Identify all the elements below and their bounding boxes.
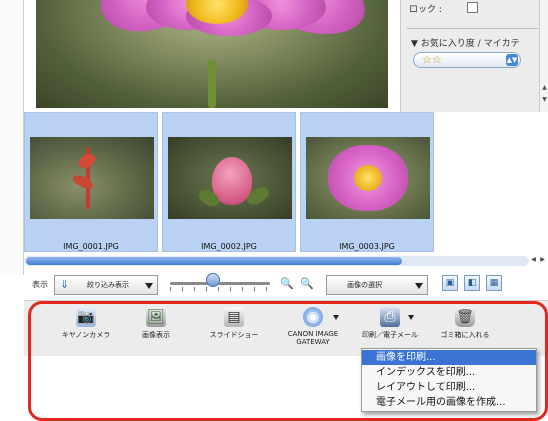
lock-checkbox[interactable] xyxy=(467,2,478,13)
thumbnail-strip: IMG_0001.JPG IMG_0002.JPG IMG_0003.JPG ◀… xyxy=(24,112,548,268)
thumbnail-item[interactable]: IMG_0002.JPG xyxy=(162,112,296,252)
thumbnail-size-slider[interactable] xyxy=(170,282,270,285)
lock-label: ロック : xyxy=(409,5,442,15)
dropdown-arrow-icon xyxy=(145,283,153,289)
filter-icon: ⇓ xyxy=(60,278,70,291)
image-preview xyxy=(36,0,388,108)
scroll-left-icon[interactable]: ◀ xyxy=(529,256,538,263)
dropdown-arrow-icon xyxy=(415,283,423,289)
selection-select-value: 画像の選択 xyxy=(347,281,382,289)
scroll-up-icon[interactable]: ▲ xyxy=(540,84,548,92)
my-category-label[interactable]: マイカテ xyxy=(484,39,520,49)
zoom-out-icon[interactable]: 🔍 xyxy=(280,277,294,290)
select-arrows-icon: ▲▼ xyxy=(506,54,518,66)
favorites-separator: / xyxy=(477,39,481,49)
horizontal-scrollbar[interactable] xyxy=(24,256,529,266)
view-label: 表示 xyxy=(32,280,48,289)
single-view-icon[interactable]: ▣ xyxy=(442,275,458,291)
rating-select[interactable]: ☆☆ ▲▼ xyxy=(413,52,521,68)
rating-stars: ☆☆ xyxy=(422,53,442,66)
filter-display-select[interactable]: ⇓ 絞り込み表示 xyxy=(54,275,158,295)
zoom-in-icon[interactable]: 🔍 xyxy=(300,277,314,290)
view-controls: 表示 ⇓ 絞り込み表示 🔍 🔍 画像の選択 ▣ ◧ ▦ xyxy=(24,270,548,298)
highlight-outline xyxy=(28,301,548,421)
favorites-row: ▼ お気に入り度 / マイカテ xyxy=(411,36,520,49)
left-sidebar-strip xyxy=(0,0,24,275)
thumbnail-filename: IMG_0003.JPG xyxy=(339,242,395,251)
favorites-label[interactable]: ▼ お気に入り度 xyxy=(411,39,475,49)
scroll-right-icon[interactable]: ▶ xyxy=(538,256,547,263)
thumbnail-image xyxy=(168,137,292,219)
thumbnail-image xyxy=(306,137,430,219)
scroll-down-icon[interactable]: ▼ xyxy=(540,96,548,104)
flower-preview-image xyxy=(36,0,388,108)
image-selection-select[interactable]: 画像の選択 xyxy=(326,275,428,295)
thumbnail-filename: IMG_0002.JPG xyxy=(201,242,257,251)
thumbnail-item[interactable]: IMG_0001.JPG xyxy=(24,112,158,252)
thumbnail-item[interactable]: IMG_0003.JPG xyxy=(300,112,434,252)
grid-view-icon[interactable]: ▦ xyxy=(486,275,502,291)
vertical-scrollbar[interactable]: ▲ ▼ xyxy=(539,0,548,112)
slider-knob[interactable] xyxy=(206,273,220,287)
thumbnail-filename: IMG_0001.JPG xyxy=(63,242,119,251)
info-panel: ロック : ▼ お気に入り度 / マイカテ ☆☆ ▲▼ ▲ ▼ xyxy=(400,0,548,112)
scroll-arrows: ◀ ▶ xyxy=(529,256,548,266)
compare-view-icon[interactable]: ◧ xyxy=(464,275,480,291)
thumbnail-image xyxy=(30,137,154,219)
scroll-thumb[interactable] xyxy=(26,257,402,265)
divider xyxy=(407,28,538,29)
filter-select-value: 絞り込み表示 xyxy=(87,281,129,289)
